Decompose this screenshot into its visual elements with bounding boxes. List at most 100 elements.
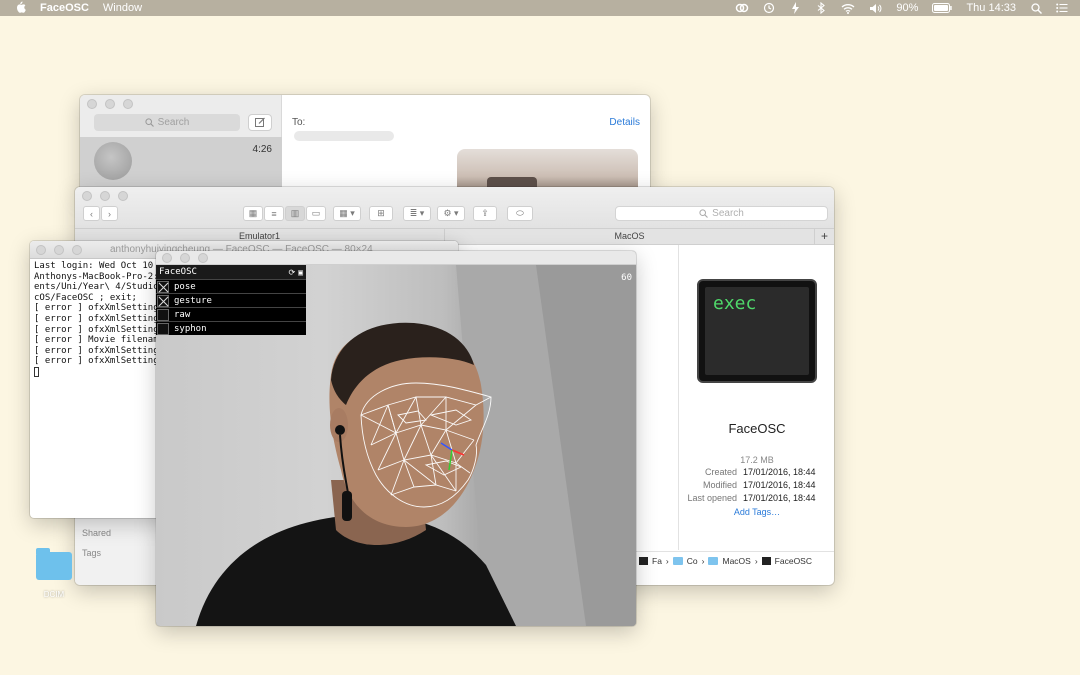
sidebar-section-tags[interactable]: Tags — [82, 548, 101, 558]
file-preview-pane: exec FaceOSC 17.2 MB Created 17/01/2016,… — [678, 245, 834, 550]
notification-center-icon[interactable] — [1056, 0, 1068, 16]
save-icon[interactable]: ▣ — [298, 268, 303, 277]
icon-view-button[interactable]: ▦ — [243, 206, 263, 221]
gear-icon: ⚙ ▾ — [443, 208, 459, 218]
path-separator: › — [754, 555, 758, 566]
volume-icon[interactable] — [869, 0, 882, 16]
terminal-line: ents/Uni/Year\ 4/Studio — [34, 282, 159, 293]
group-button[interactable]: ▦ ▾ — [333, 206, 361, 221]
path-separator: › — [701, 555, 705, 566]
battery-percent[interactable]: 90% — [896, 0, 918, 16]
toggle-gesture[interactable]: gesture — [156, 293, 306, 307]
menu-app-name[interactable]: FaceOSC — [40, 2, 89, 14]
time-machine-icon[interactable] — [763, 0, 775, 16]
minimize-button[interactable] — [180, 253, 190, 263]
terminal-line: [ error ] Movie filenam — [34, 335, 159, 346]
toggle-label: raw — [174, 309, 191, 320]
back-button[interactable]: ‹ — [83, 206, 100, 221]
checkbox-unchecked-icon[interactable] — [157, 308, 169, 321]
close-button[interactable] — [162, 253, 172, 263]
toggle-syphon[interactable]: syphon — [156, 321, 306, 335]
list-icon: ≡ — [271, 208, 277, 219]
search-icon — [145, 118, 154, 127]
add-tags-link[interactable]: Add Tags… — [679, 507, 834, 517]
terminal-line: Last login: Wed Oct 10 — [34, 261, 154, 271]
path-separator: › — [665, 555, 669, 566]
terminal-line: [ error ] ofxXmlSetting — [34, 313, 159, 324]
toggle-pose[interactable]: pose — [156, 279, 306, 293]
list-view-button[interactable]: ≡ — [264, 206, 284, 221]
arrange-button[interactable]: ≣ ▾ — [403, 206, 431, 221]
menu-window[interactable]: Window — [103, 2, 142, 14]
finder-toolbar: ‹ › ▦ ≡ ▥ ▭ ▦ ▾ ⊞ ≣ ▾ ⚙ ▾ ⇪ ⬭ Search — [75, 187, 834, 229]
exec-file-icon: exec — [697, 279, 817, 383]
messages-search-input[interactable]: Search — [94, 114, 240, 131]
path-item-faceosc[interactable]: FaceOSC — [775, 556, 812, 566]
minimize-button[interactable] — [105, 99, 115, 109]
terminal-line: [ error ] ofxXmlSetting — [34, 345, 159, 356]
gallery-view-button[interactable]: ▭ — [306, 206, 326, 221]
wifi-icon[interactable] — [841, 0, 855, 16]
panel-header[interactable]: FaceOSC ⟳ ▣ — [156, 265, 306, 279]
folder-label: DCIM — [43, 590, 65, 599]
close-button[interactable] — [82, 191, 92, 201]
checkbox-checked-icon[interactable] — [157, 280, 169, 293]
toggle-raw[interactable]: raw — [156, 307, 306, 321]
action-button[interactable]: ⚙ ▾ — [437, 206, 465, 221]
file-name: FaceOSC — [728, 421, 786, 436]
battery-icon[interactable] — [932, 0, 953, 16]
camera-view[interactable]: 60 FaceOSC ⟳ ▣ pose gesture raw syphon — [156, 265, 636, 626]
path-bar: Fa › Co › MacOS › FaceOSC — [635, 551, 834, 569]
created-label: Created — [704, 467, 737, 477]
apple-menu-icon[interactable] — [14, 1, 26, 16]
chevron-right-icon: › — [108, 208, 111, 219]
search-placeholder: Search — [712, 208, 744, 219]
spotlight-search-icon[interactable] — [1030, 0, 1042, 16]
minimize-button[interactable] — [54, 245, 64, 255]
created-value: 17/01/2016, 18:44 — [743, 467, 816, 477]
reload-icon[interactable]: ⟳ — [288, 268, 295, 277]
zoom-button[interactable] — [118, 191, 128, 201]
share-button[interactable]: ⇪ — [473, 206, 497, 221]
terminal-line: [ error ] ofxXmlSetting — [34, 356, 159, 367]
zoom-button[interactable] — [123, 99, 133, 109]
folder-icon — [672, 556, 683, 565]
path-item-2[interactable]: Co — [687, 556, 698, 566]
file-size: 17.2 MB — [740, 455, 774, 465]
tab-macos[interactable]: MacOS — [445, 229, 815, 244]
terminal-output[interactable]: Last login: Wed Oct 10 Anthonys-MacBook-P… — [34, 261, 164, 381]
bluetooth-icon[interactable] — [815, 0, 827, 16]
zoom-button[interactable] — [72, 245, 82, 255]
creative-cloud-icon[interactable] — [735, 0, 749, 16]
faceosc-control-panel: FaceOSC ⟳ ▣ pose gesture raw syphon — [156, 265, 306, 335]
close-button[interactable] — [87, 99, 97, 109]
column-view-button[interactable]: ▥ — [285, 206, 305, 221]
details-link[interactable]: Details — [609, 117, 640, 128]
compose-button[interactable] — [248, 114, 272, 131]
checkbox-checked-icon[interactable] — [157, 294, 169, 307]
avatar — [94, 142, 132, 180]
clock[interactable]: Thu 14:33 — [966, 0, 1016, 16]
new-tab-button[interactable]: + — [815, 229, 834, 244]
disk-icon — [639, 556, 648, 565]
sidebar-section-shared[interactable]: Shared — [82, 528, 111, 538]
terminal-line: cOS/FaceOSC ; exit; — [34, 292, 137, 303]
close-button[interactable] — [36, 245, 46, 255]
folder-icon — [36, 548, 72, 580]
compose-icon — [254, 117, 265, 127]
terminal-cursor — [34, 366, 39, 377]
new-folder-button[interactable]: ⊞ — [369, 206, 393, 221]
zoom-button[interactable] — [198, 253, 208, 263]
panel-title: FaceOSC — [159, 267, 197, 277]
checkbox-unchecked-icon[interactable] — [157, 322, 169, 335]
desktop-folder-dcim[interactable]: DCIM — [36, 548, 72, 599]
forward-button[interactable]: › — [101, 206, 118, 221]
finder-search-input[interactable]: Search — [615, 206, 828, 221]
toggle-label: pose — [174, 281, 196, 292]
minimize-button[interactable] — [100, 191, 110, 201]
path-item-1[interactable]: Fa — [652, 556, 662, 566]
path-item-macos[interactable]: MacOS — [722, 556, 750, 566]
faceosc-window: 60 FaceOSC ⟳ ▣ pose gesture raw syphon — [156, 251, 636, 626]
bolt-icon[interactable] — [789, 0, 801, 16]
tags-button[interactable]: ⬭ — [507, 206, 533, 221]
